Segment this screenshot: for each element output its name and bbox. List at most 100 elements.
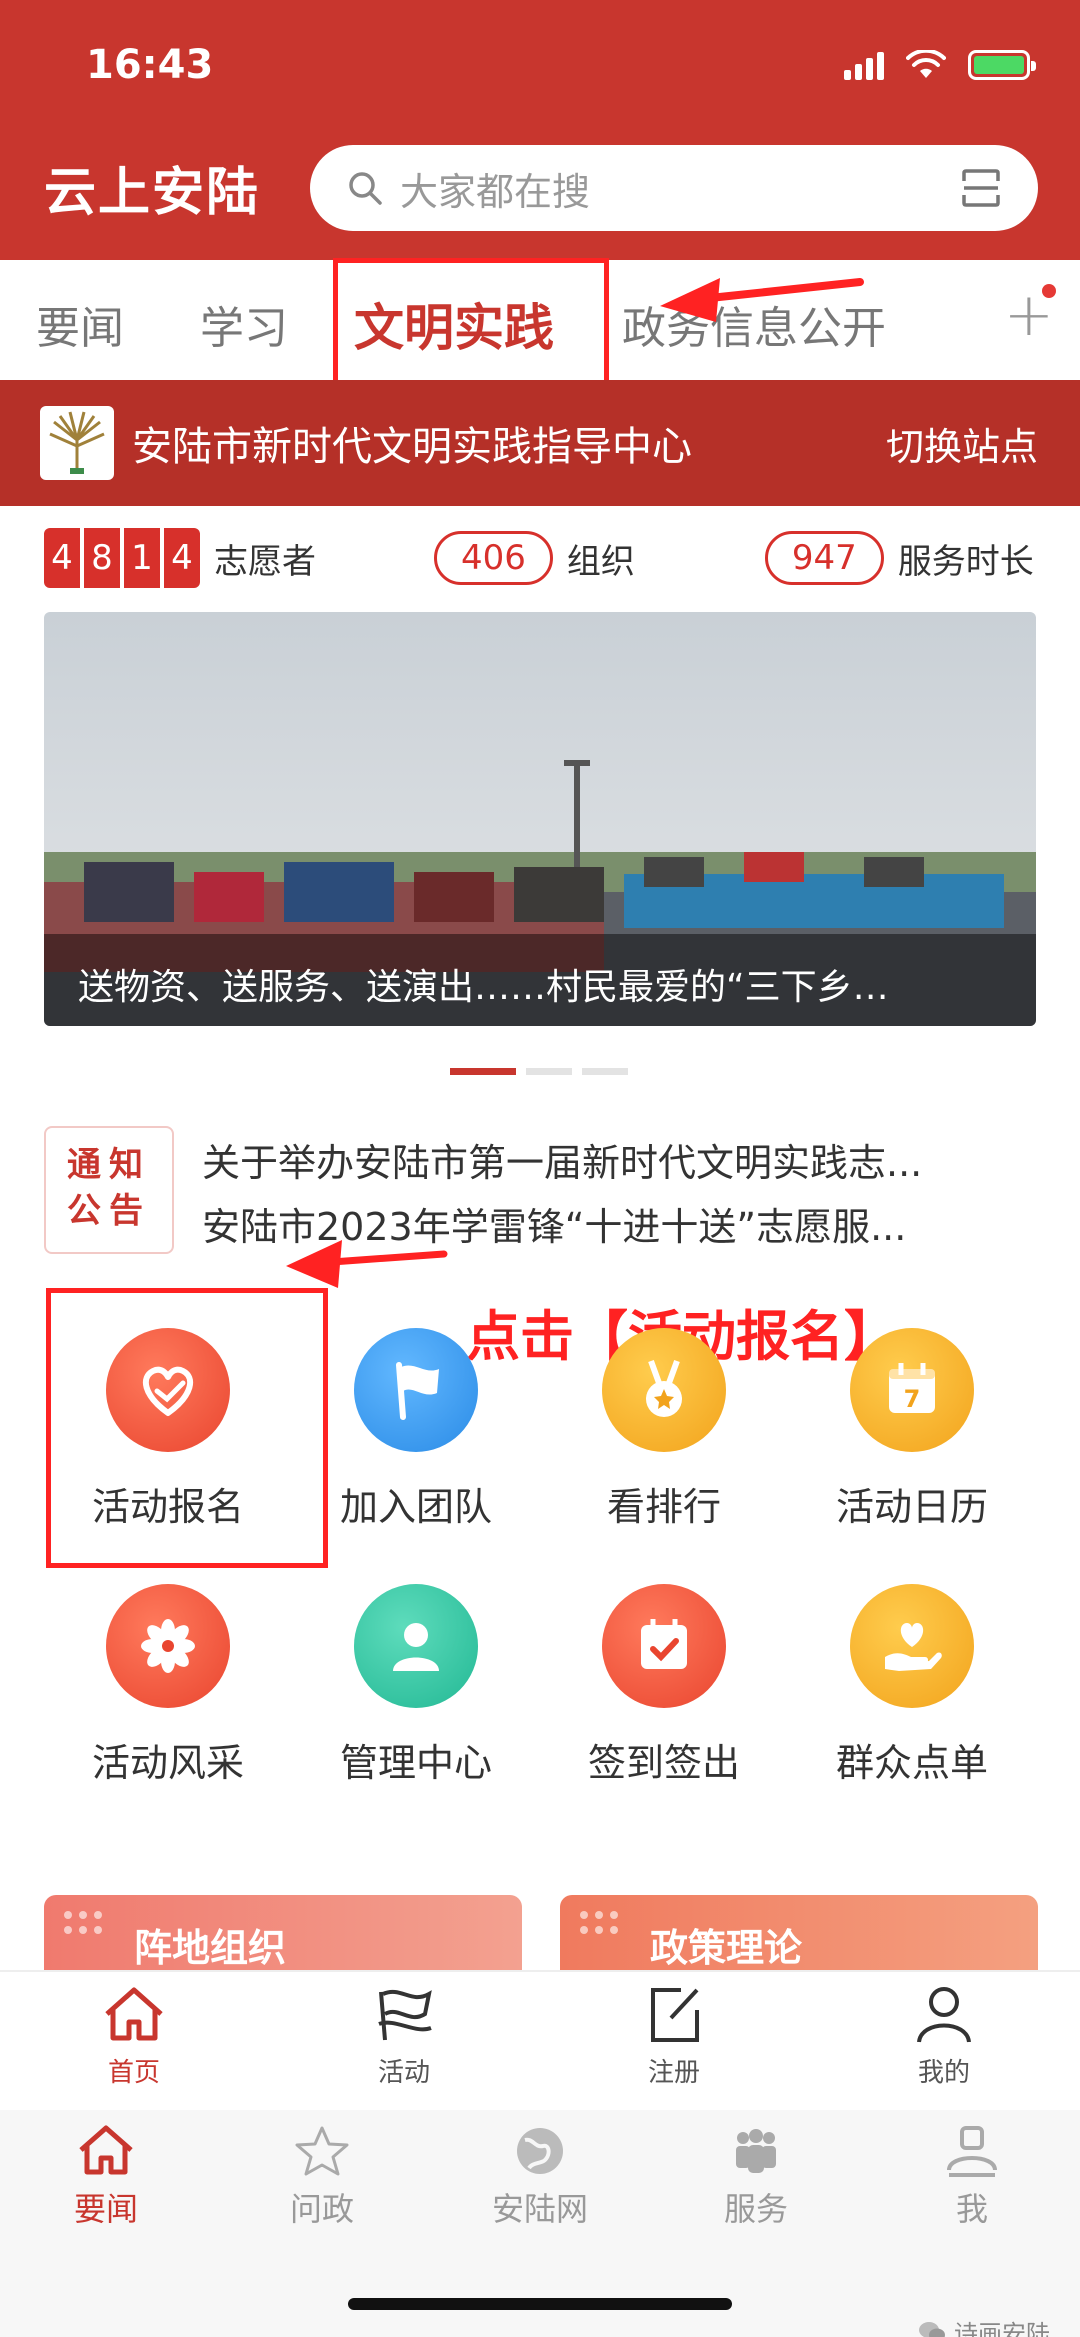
nav-label: 活动 — [377, 2058, 430, 2088]
scan-icon[interactable] — [960, 167, 1002, 209]
home-icon — [105, 1987, 163, 2041]
inner-tab-register[interactable]: 注册 — [584, 1984, 764, 2089]
feature-label: 政策理论 — [650, 1926, 803, 1970]
volunteer-label: 志愿者 — [214, 541, 316, 582]
grid-activity-signup[interactable]: 活动报名 — [48, 1328, 288, 1531]
watermark-text: 诗画安陆 — [954, 2320, 1050, 2337]
volunteer-digit: 1 — [124, 528, 160, 588]
stats-row: 4 8 1 4 志愿者 406 组织 947 服务时长 — [44, 528, 1044, 588]
grid-activity-showcase[interactable]: 活动风采 — [48, 1584, 288, 1787]
annotation-arrow-tab — [660, 278, 864, 322]
nav-label: 要闻 — [73, 2190, 138, 2228]
search-placeholder: 大家都在搜 — [400, 169, 591, 214]
flag-icon — [354, 1328, 478, 1452]
search-bar[interactable]: 大家都在搜 — [310, 145, 1038, 231]
annotation-arrow-notice — [286, 1240, 448, 1288]
star-icon — [295, 2126, 349, 2176]
grid-label: 看排行 — [606, 1485, 721, 1529]
people-icon — [736, 2129, 776, 2173]
main-tab-anlu-net[interactable]: 安陆网 — [450, 2124, 630, 2230]
volunteer-digit: 4 — [44, 528, 80, 588]
grid-activity-calendar[interactable]: 7 活动日历 — [792, 1328, 1032, 1531]
inner-tab-home[interactable]: 首页 — [44, 1984, 224, 2089]
main-tab-bar: 要闻 问政 安陆网 服务 我 — [0, 2110, 1080, 2337]
notification-dot — [1042, 284, 1056, 298]
hours-label: 服务时长 — [897, 541, 1034, 582]
status-time: 16:43 — [86, 42, 214, 88]
flag-icon — [378, 1990, 432, 2041]
carousel-dot — [526, 1068, 572, 1075]
home-icon — [79, 2125, 133, 2175]
volunteer-digit: 8 — [84, 528, 120, 588]
inner-tab-mine[interactable]: 我的 — [854, 1984, 1034, 2089]
signal-icon — [844, 50, 884, 80]
grid-label: 签到签出 — [587, 1741, 740, 1785]
watermark: 诗画安陆 — [918, 2314, 1050, 2337]
profile-icon — [947, 2126, 997, 2177]
nav-label: 服务 — [723, 2190, 788, 2228]
nav-label: 安陆网 — [491, 2190, 588, 2228]
carousel-dots — [450, 1068, 628, 1075]
nav-label: 问政 — [289, 2190, 354, 2228]
app-title: 云上安陆 — [44, 163, 261, 223]
tab-news[interactable]: 要闻 — [36, 292, 124, 356]
status-icons — [844, 50, 1036, 80]
nav-label: 我 — [955, 2190, 988, 2228]
org-label: 组织 — [566, 541, 635, 582]
search-icon — [349, 172, 382, 205]
nav-label: 注册 — [647, 2058, 700, 2088]
main-tab-me[interactable]: 我 — [882, 2124, 1062, 2230]
notice-board: 通知 公告 关于举办安陆市第一届新时代文明实践志... 安陆市2023年学雷锋“… — [44, 1126, 1044, 1258]
svg-text:7: 7 — [904, 1385, 921, 1413]
notice-badge: 通知 公告 — [44, 1126, 174, 1254]
home-indicator[interactable] — [348, 2298, 732, 2310]
medal-icon — [602, 1328, 726, 1452]
center-name: 安陆市新时代文明实践指导中心 — [132, 424, 692, 470]
flower-icon — [106, 1584, 230, 1708]
center-banner: 安陆市新时代文明实践指导中心 切换站点 — [0, 380, 1080, 506]
grid-ranking[interactable]: 看排行 — [544, 1328, 784, 1531]
carousel-dot — [582, 1068, 628, 1075]
grid-join-team[interactable]: 加入团队 — [296, 1328, 536, 1531]
feature-card-policy[interactable]: 政策理论 — [560, 1895, 1038, 1975]
carousel-dot — [450, 1068, 516, 1075]
grid-label: 活动日历 — [835, 1485, 988, 1529]
person-icon — [917, 1987, 971, 2043]
battery-icon — [968, 50, 1036, 80]
carousel-caption: 送物资、送服务、送演出……村民最爱的“三下乡… — [44, 934, 1036, 1026]
feature-label: 阵地组织 — [134, 1926, 287, 1970]
org-count: 406 — [434, 531, 553, 585]
hours-count: 947 — [764, 531, 884, 585]
grid-check-in-out[interactable]: 签到签出 — [544, 1584, 784, 1787]
feature-card-position[interactable]: 阵地组织 — [44, 1895, 522, 1975]
inner-tab-bar: 首页 活动 注册 我的 — [0, 1970, 1080, 2110]
tab-study[interactable]: 学习 — [200, 292, 288, 356]
grid-label: 活动风采 — [91, 1741, 244, 1785]
nav-label: 我的 — [917, 2058, 970, 2088]
wifi-icon — [906, 50, 946, 78]
notice-badge-line2: 公告 — [67, 1191, 151, 1231]
grid-label: 活动报名 — [91, 1485, 244, 1529]
main-tab-inquiry[interactable]: 问政 — [232, 2124, 412, 2230]
hand-heart-icon — [850, 1584, 974, 1708]
calendar-icon: 7 — [850, 1328, 974, 1452]
switch-site-button[interactable]: 切换站点 — [886, 416, 1038, 471]
grid-label: 加入团队 — [339, 1485, 492, 1529]
main-tab-news[interactable]: 要闻 — [16, 2124, 196, 2230]
nav-label: 首页 — [107, 2058, 160, 2088]
app-header: 16:43 云上安陆 大家都在搜 — [0, 0, 1080, 260]
inner-tab-activity[interactable]: 活动 — [314, 1984, 494, 2089]
edit-icon — [651, 1988, 699, 2042]
grid-dots-icon — [580, 1911, 618, 1934]
grid-public-order[interactable]: 群众点单 — [792, 1584, 1032, 1787]
grid-label: 群众点单 — [835, 1741, 988, 1785]
notice-item[interactable]: 关于举办安陆市第一届新时代文明实践志... — [202, 1132, 1042, 1187]
heart-hand-icon — [106, 1328, 230, 1452]
user-icon — [354, 1584, 478, 1708]
volunteer-count: 4 8 1 4 — [44, 528, 200, 588]
globe-icon — [517, 2128, 563, 2174]
main-tab-service[interactable]: 服务 — [666, 2124, 846, 2230]
grid-management-center[interactable]: 管理中心 — [296, 1584, 536, 1787]
calendar-check-icon — [602, 1584, 726, 1708]
news-carousel[interactable]: 送物资、送服务、送演出……村民最爱的“三下乡… — [44, 612, 1036, 1026]
